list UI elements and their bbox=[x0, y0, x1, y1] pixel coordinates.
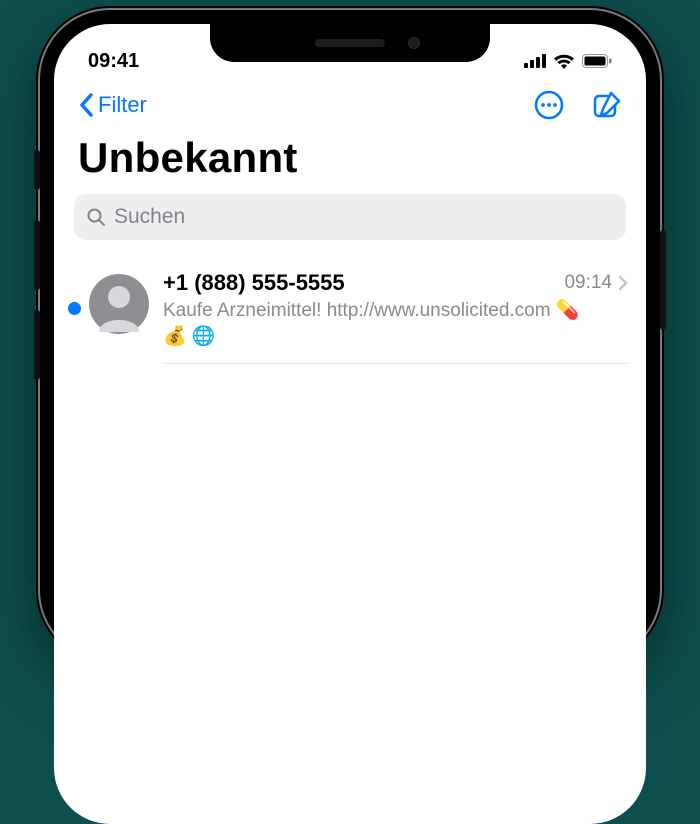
person-circle-icon bbox=[89, 274, 149, 334]
compose-icon bbox=[592, 90, 622, 120]
wifi-icon bbox=[553, 53, 575, 69]
more-circle-icon bbox=[534, 90, 564, 120]
conversation-list: +1 (888) 555-5555 09:14 Kaufe Arzneimitt… bbox=[54, 256, 646, 364]
page-title: Unbekannt bbox=[54, 124, 646, 194]
avatar bbox=[89, 274, 149, 334]
conversation-row[interactable]: +1 (888) 555-5555 09:14 Kaufe Arzneimitt… bbox=[54, 256, 646, 364]
status-indicators bbox=[524, 53, 612, 69]
message-preview: Kaufe Arzneimittel! http://www.unsolicit… bbox=[163, 298, 628, 349]
side-button bbox=[660, 230, 666, 330]
search-icon bbox=[86, 207, 106, 227]
side-button bbox=[34, 220, 40, 290]
battery-icon bbox=[582, 54, 612, 68]
search-placeholder: Suchen bbox=[114, 205, 185, 229]
side-button bbox=[34, 310, 40, 380]
device-frame: 09:41 Filter Unbekannt bbox=[40, 10, 660, 660]
notch bbox=[210, 24, 490, 62]
compose-button[interactable] bbox=[592, 90, 622, 120]
chevron-right-icon bbox=[618, 275, 628, 291]
side-button bbox=[34, 150, 40, 190]
cellular-icon bbox=[524, 54, 546, 68]
screen: 09:41 Filter Unbekannt bbox=[54, 24, 646, 824]
back-button[interactable]: Filter bbox=[78, 92, 147, 118]
status-time: 09:41 bbox=[88, 50, 139, 73]
back-label: Filter bbox=[98, 92, 147, 118]
speaker-grille bbox=[315, 39, 385, 47]
nav-bar: Filter bbox=[54, 82, 646, 124]
front-camera bbox=[408, 37, 420, 49]
unread-indicator bbox=[68, 302, 81, 315]
search-input[interactable]: Suchen bbox=[74, 194, 626, 240]
more-button[interactable] bbox=[534, 90, 564, 120]
chevron-left-icon bbox=[78, 93, 94, 117]
time-label: 09:14 bbox=[564, 272, 612, 294]
sender-label: +1 (888) 555-5555 bbox=[163, 270, 345, 296]
